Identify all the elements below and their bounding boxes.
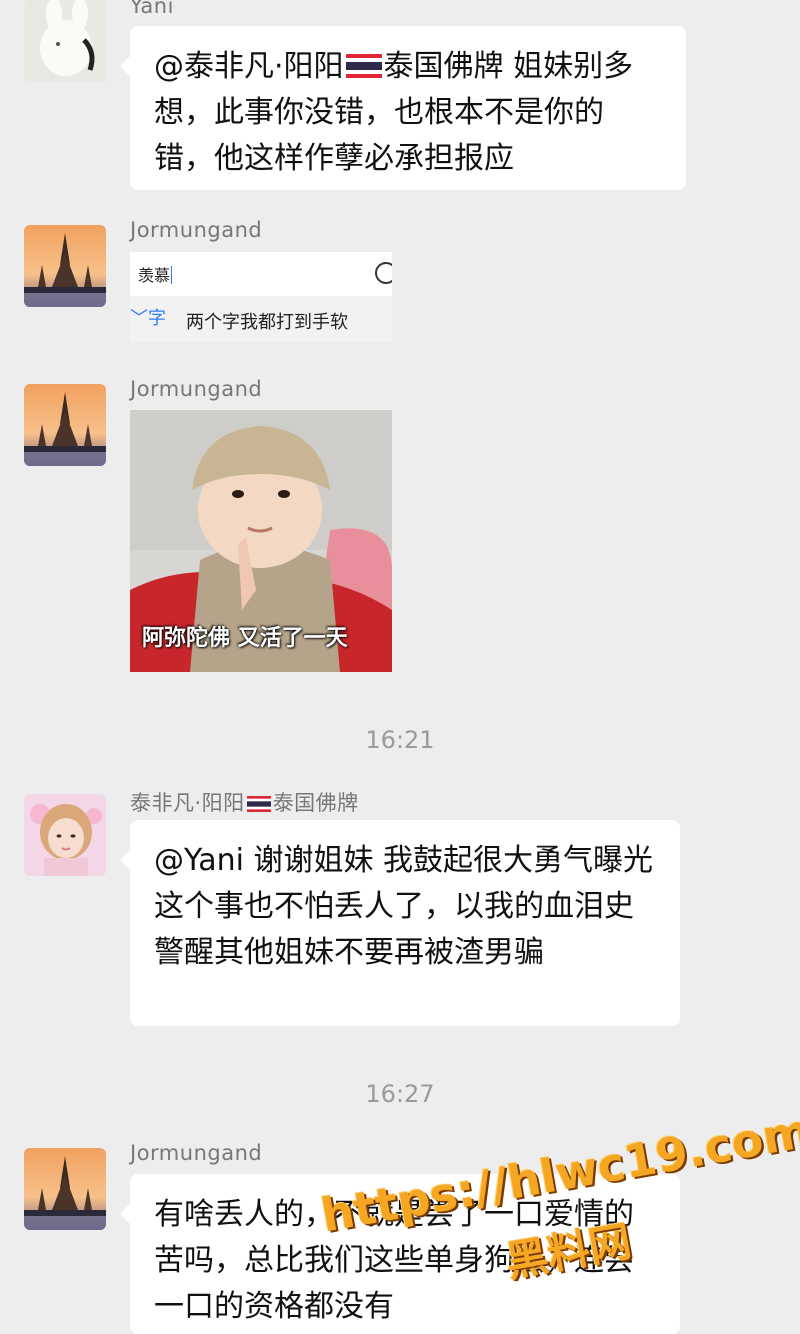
avatar-yani[interactable] xyxy=(24,0,106,82)
message-bubble[interactable]: @Yani 谢谢姐妹 我鼓起很大勇气曝光这个事也不怕丢人了，以我的血泪史警醒其他… xyxy=(120,820,680,1026)
sender-name: Yani xyxy=(130,0,174,18)
thailand-flag-icon xyxy=(345,54,382,78)
sender-name: Jormungand xyxy=(130,1141,263,1165)
message-text: @泰非凡·阳阳 xyxy=(154,49,344,84)
input-text: 羡慕 xyxy=(138,266,171,285)
sender-name: Jormungand xyxy=(130,377,263,401)
sender-name: 泰非凡·阳阳 泰国佛牌 xyxy=(130,791,359,815)
emoji-icon xyxy=(375,262,392,284)
meme-caption: 阿弥陀佛 又活了一天 xyxy=(142,626,348,651)
text-caret xyxy=(171,266,173,284)
input-box: 羡慕 xyxy=(130,252,392,296)
message-text: @Yani 谢谢姐妹 我鼓起很大勇气曝光这个事也不怕丢人了，以我的血泪史警醒其他… xyxy=(154,843,653,970)
timestamp: 16:21 xyxy=(365,726,435,754)
screenshot-sticker[interactable]: 羡慕 ﹀字 两个字我都打到手软 xyxy=(130,252,392,342)
suggestion-text: 两个字我都打到手软 xyxy=(186,312,348,333)
message-bubble[interactable]: @泰非凡·阳阳 泰国佛牌 姐妹别多想，此事你没错，也根本不是你的错，他这样作孽必承… xyxy=(120,26,686,190)
thailand-flag-icon xyxy=(246,796,271,812)
avatar-jormungand[interactable] xyxy=(24,1148,106,1230)
meme-sticker[interactable]: 阿弥陀佛 又活了一天 xyxy=(130,410,392,672)
avatar-jormungand[interactable] xyxy=(24,225,106,307)
sender-name: Jormungand xyxy=(130,218,263,242)
timestamp: 16:27 xyxy=(365,1080,435,1108)
candidate-word: ﹀字 xyxy=(130,308,166,329)
avatar-taifeifan[interactable] xyxy=(24,794,106,876)
avatar-jormungand[interactable] xyxy=(24,384,106,466)
